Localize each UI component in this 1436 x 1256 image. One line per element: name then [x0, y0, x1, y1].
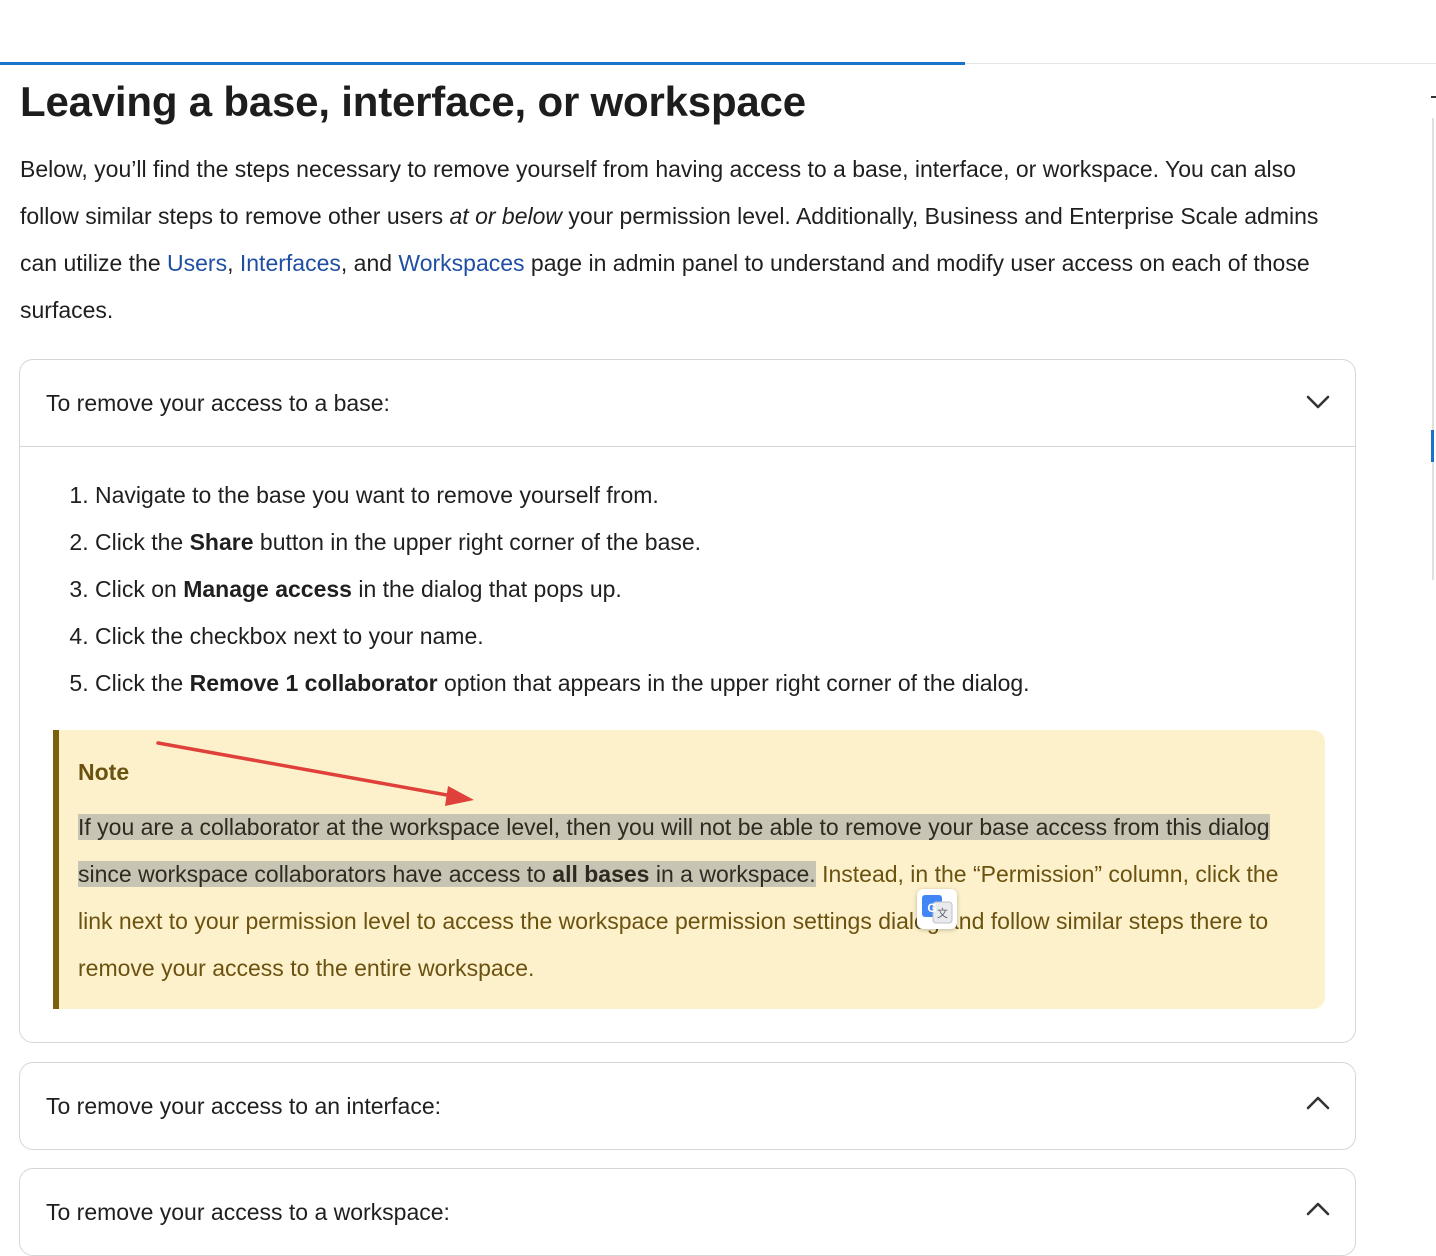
toc-rail [1432, 118, 1434, 580]
steps-list: Navigate to the base you want to remove … [20, 472, 1030, 707]
note-body: If you are a collaborator at the workspa… [78, 804, 1318, 992]
toc-rail-tick [1431, 96, 1436, 98]
chevron-down-icon[interactable] [1305, 392, 1331, 412]
note-title: Note [78, 759, 130, 785]
intro-emphasis: at or below [449, 203, 563, 229]
accordion-header-base[interactable]: To remove your access to a base: [20, 360, 1355, 446]
chevron-up-icon[interactable] [1305, 1199, 1331, 1219]
svg-text:文: 文 [937, 906, 948, 920]
interfaces-link[interactable]: Interfaces [240, 250, 341, 276]
accordion-divider [20, 446, 1355, 447]
svg-text:G: G [927, 901, 936, 915]
toc-rail-active-marker [1431, 430, 1434, 462]
list-item: Click the checkbox next to your name. [95, 613, 1030, 660]
accordion-title: To remove your access to a workspace: [46, 1199, 450, 1225]
list-item: Click the Remove 1 collaborator option t… [95, 660, 1030, 707]
accordion-header-workspace[interactable]: To remove your access to a workspace: [20, 1169, 1355, 1255]
users-link[interactable]: Users [167, 250, 227, 276]
page-title: Leaving a base, interface, or workspace [20, 78, 806, 125]
intro-separator: , and [340, 250, 399, 276]
accordion-remove-base: To remove your access to a base: Navigat… [19, 359, 1356, 1043]
accordion-remove-interface: To remove your access to an interface: [19, 1062, 1356, 1150]
workspaces-link[interactable]: Workspaces [398, 250, 524, 276]
list-item: Navigate to the base you want to remove … [95, 472, 1030, 519]
intro-paragraph: Below, you’ll find the steps necessary t… [20, 146, 1350, 334]
google-translate-icon[interactable]: G 文 [917, 889, 957, 929]
accordion-title: To remove your access to an interface: [46, 1093, 442, 1119]
accordion-title: To remove your access to a base: [46, 390, 390, 416]
intro-separator: , [227, 250, 240, 276]
accordion-remove-workspace: To remove your access to a workspace: [19, 1168, 1356, 1256]
accordion-header-interface[interactable]: To remove your access to an interface: [20, 1063, 1355, 1149]
chevron-up-icon[interactable] [1305, 1093, 1331, 1113]
list-item: Click the Share button in the upper righ… [95, 519, 1030, 566]
list-item: Click on Manage access in the dialog tha… [95, 566, 1030, 613]
note-callout: Note If you are a collaborator at the wo… [53, 730, 1325, 1009]
reading-progress-bar [0, 62, 965, 65]
